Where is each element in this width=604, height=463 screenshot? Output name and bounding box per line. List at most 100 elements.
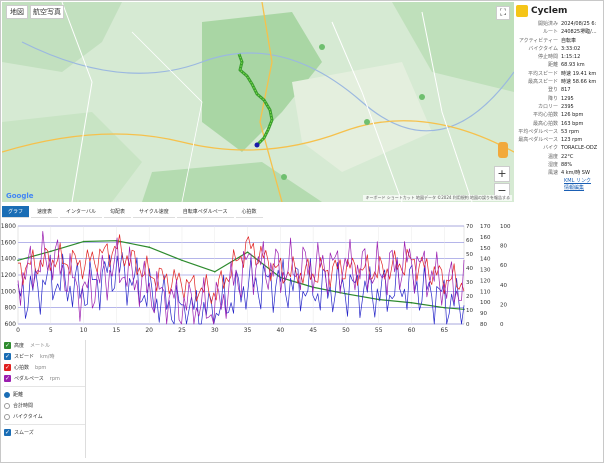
summary-label: 最高ペダルペース — [518, 137, 558, 144]
summary-row: 平均ペダルペース 53 rpm — [514, 128, 602, 136]
x-tick-label: 45 — [309, 327, 317, 334]
kml-link[interactable]: KML リンク — [514, 178, 602, 185]
satellite-type-button[interactable]: 航空写真 — [30, 5, 64, 19]
legend-unit: rpm — [49, 375, 60, 382]
summary-value: 3:33:02 — [561, 45, 581, 52]
summary-label: カロリー — [537, 103, 558, 110]
right-axis-b-tick: 80 — [480, 322, 487, 328]
summary-value: 88% — [561, 162, 573, 169]
summary-value: 123 rpm — [561, 137, 583, 144]
summary-row: アクティビティー 自転車 — [514, 37, 602, 45]
y-tick-label: 1000 — [1, 288, 16, 295]
zoom-in-button[interactable]: + — [494, 166, 510, 182]
right-axis-b-tick: 130 — [480, 268, 491, 274]
summary-label: アクティビティー — [518, 37, 558, 44]
summary-row: カロリー 2395 — [514, 103, 602, 111]
smooth-toggle[interactable]: ✓ スムーズ — [4, 427, 85, 438]
summary-row: 最高ペダルペース 123 rpm — [514, 136, 602, 144]
right-axis-b-tick: 160 — [480, 235, 491, 241]
summary-value: 時速 58.66 km — [561, 79, 597, 86]
pegman-icon[interactable] — [498, 142, 508, 158]
summary-row: 平均スピード 時速 19.41 km — [514, 70, 602, 78]
mode-label: バイクタイム — [13, 414, 43, 420]
legend-label: 心拍数 — [14, 365, 30, 371]
tab-0[interactable]: グラフ — [2, 206, 30, 218]
summary-value: 240825堺臨/... — [561, 29, 597, 36]
edit-info-link[interactable]: 情報編集 — [514, 185, 602, 192]
right-axis-a-tick: 40 — [466, 266, 473, 272]
radio-icon[interactable] — [4, 413, 10, 420]
map-attribution[interactable]: キーボード ショートカット 地図データ ©2024 利用規約 地図の誤りを報告す… — [363, 195, 512, 201]
summary-value: 4 km/時 SW — [561, 170, 590, 177]
summary-label: 平均ペダルペース — [518, 128, 558, 135]
legend-label: スピード — [14, 354, 35, 360]
y-tick-label: 800 — [5, 305, 17, 312]
series-point — [49, 250, 52, 253]
summary-row: 停止時間 1:15:12 — [514, 53, 602, 61]
activity-summary-panel: Cyclem 開始済み 2024/08/25 6: ルート 240825堺臨/... ア… — [514, 2, 602, 202]
legend-item[interactable]: ✓ ペダルペース rpm — [4, 373, 85, 384]
series-point — [213, 270, 216, 273]
x-mode-option[interactable]: バイクタイム — [4, 411, 85, 422]
series-point — [443, 306, 446, 309]
legend-unit: メートル — [30, 343, 51, 349]
summary-row: 湿度 88% — [514, 161, 602, 169]
x-mode-option[interactable]: 合計時間 — [4, 400, 85, 411]
legend-item[interactable]: ✓ 高度 メートル — [4, 340, 85, 351]
map-tiles — [2, 2, 514, 202]
summary-label: 停止時間 — [537, 54, 558, 61]
tab-1[interactable]: 速度表 — [31, 206, 59, 218]
summary-value: 68.93 km — [561, 62, 585, 69]
y-tick-label: 1200 — [1, 272, 16, 279]
radio-icon[interactable] — [4, 391, 10, 398]
summary-label: 風速 — [547, 170, 558, 177]
summary-label: 温度 — [547, 153, 558, 160]
x-tick-label: 25 — [178, 327, 186, 334]
checkbox-icon[interactable]: ✓ — [4, 353, 11, 360]
checkbox-icon[interactable]: ✓ — [4, 364, 11, 371]
summary-value: 163 bpm — [561, 120, 584, 127]
summary-value: 53 rpm — [561, 128, 580, 135]
summary-row: 最高スピード 時速 58.66 km — [514, 78, 602, 86]
activity-chart[interactable]: 600800100012001400160018000 5 10 15 20 25 30 35… — [0, 220, 604, 338]
right-axis-c-tick: 40 — [500, 283, 507, 289]
series-point — [345, 292, 347, 295]
tab-3[interactable]: 勾配表 — [103, 206, 131, 218]
map-type-button[interactable]: 地図 — [6, 5, 28, 19]
right-axis-b-tick: 170 — [480, 224, 491, 230]
summary-label: ルート — [542, 29, 558, 36]
summary-row: ルート 240825堺臨/... — [514, 28, 602, 36]
right-axis-c-tick: 80 — [500, 244, 507, 250]
summary-row: 風速 4 km/時 SW — [514, 169, 602, 177]
summary-label: 開始済み — [537, 21, 558, 27]
x-tick-label: 20 — [145, 327, 153, 334]
radio-icon[interactable] — [4, 402, 10, 409]
mode-label: 合計時間 — [13, 403, 34, 409]
checkbox-icon[interactable]: ✓ — [4, 429, 11, 436]
right-axis-a-tick: 70 — [466, 224, 473, 230]
right-axis-b-tick: 90 — [480, 311, 487, 317]
y-tick-label: 600 — [5, 321, 17, 328]
summary-row: 平均心拍数 126 bpm — [514, 111, 602, 119]
x-mode-option[interactable]: 距離 — [4, 389, 85, 400]
summary-value: 1:15:12 — [561, 54, 581, 61]
checkbox-icon[interactable]: ✓ — [4, 342, 11, 349]
right-axis-c-tick: 60 — [500, 263, 507, 269]
summary-label: 降り — [547, 95, 558, 102]
tab-4[interactable]: サイクル速度 — [133, 206, 175, 218]
legend-item[interactable]: ✓ スピード km/時 — [4, 351, 85, 362]
checkbox-icon[interactable]: ✓ — [4, 375, 11, 382]
series-point — [148, 246, 150, 249]
summary-value: TORACLE-ODZ — [561, 145, 598, 152]
series-point — [246, 251, 249, 253]
legend-item[interactable]: ✓ 心拍数 bpm — [4, 362, 85, 373]
route-map[interactable]: 地図 航空写真 ⛶ + − Google キーボード ショートカット 地図データ… — [2, 2, 514, 202]
tab-2[interactable]: インターバル — [60, 206, 102, 218]
summary-row: 最高心拍数 163 bpm — [514, 120, 602, 128]
tab-5[interactable]: 自転車ペダルペース — [176, 206, 234, 218]
fullscreen-icon[interactable]: ⛶ — [496, 6, 510, 20]
tab-6[interactable]: 心拍数 — [235, 206, 263, 218]
summary-value: 2024/08/25 6: — [561, 21, 597, 27]
right-axis-c-tick: 100 — [500, 224, 511, 230]
route-end-marker — [254, 142, 260, 148]
